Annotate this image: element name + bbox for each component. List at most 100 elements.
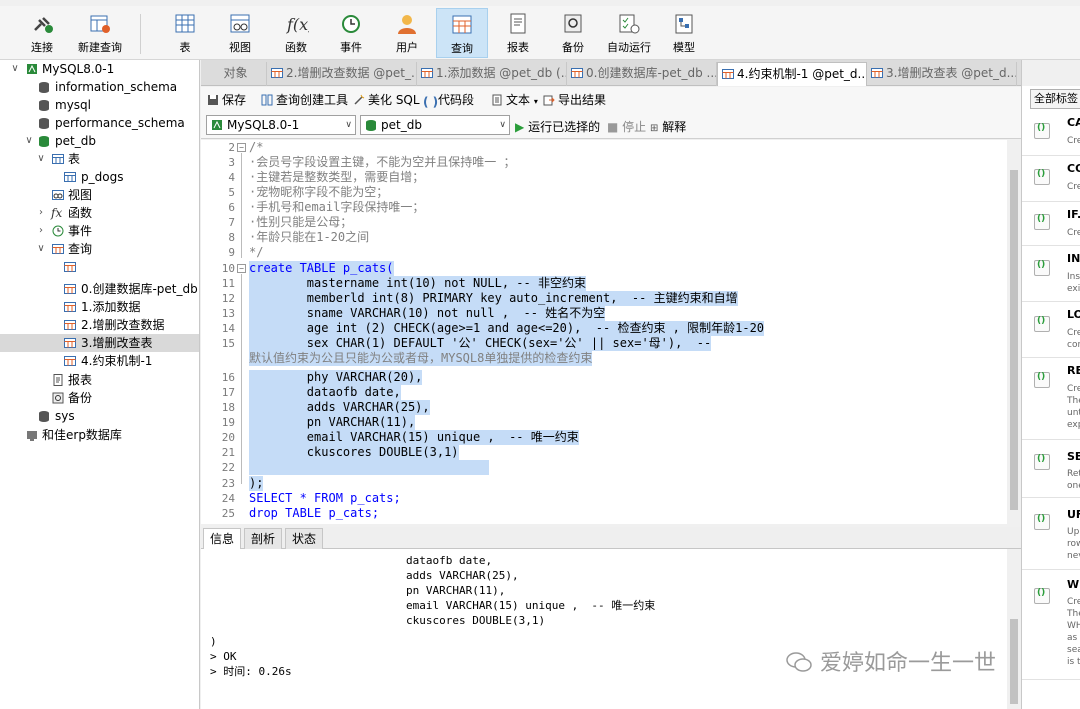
output-status: > OK — [210, 650, 237, 663]
save-button[interactable]: 保存 — [207, 91, 246, 108]
tree-item-query[interactable]: 1.添加数据 — [0, 298, 199, 316]
tag-filter[interactable]: 全部标签 — [1030, 89, 1080, 109]
snippet-item[interactable]: SE Ret one — [1022, 440, 1080, 498]
query-icon — [64, 284, 76, 294]
code-line-selected: phy VARCHAR(20), — [249, 370, 423, 385]
chevron-down-icon[interactable]: ∨ — [36, 240, 46, 258]
sql-editor[interactable]: − − 2 /* 3 ·会员号字段设置主键，不能为空并且保持唯一 ； 4 ·主键… — [201, 140, 1007, 524]
fold-toggle[interactable]: − — [237, 143, 246, 152]
snippet-item[interactable]: CA Cre — [1022, 110, 1080, 156]
snippet-item[interactable]: CO Cre — [1022, 156, 1080, 202]
tree-item-database[interactable]: mysql — [0, 96, 199, 114]
tree-item-database[interactable]: information_schema — [0, 78, 199, 96]
query-icon — [722, 69, 734, 79]
function-button[interactable]: f(x) 函数 — [270, 8, 322, 58]
chevron-down-icon[interactable]: ∨ — [36, 150, 46, 168]
chevron-down-icon[interactable]: ∨ — [24, 132, 34, 150]
query-builder-icon — [261, 94, 273, 106]
tab-status[interactable]: 状态 — [285, 528, 324, 549]
export-results-button[interactable]: 导出结果 — [543, 91, 606, 108]
event-button[interactable]: 事件 — [325, 8, 377, 58]
tree-item-views[interactable]: 视图 — [0, 186, 199, 204]
tree-item-database-pet-db[interactable]: ∨ pet_db — [0, 132, 199, 150]
snippet-item[interactable]: UF Up row nev — [1022, 498, 1080, 570]
database-select[interactable]: pet_db ∨ — [360, 115, 510, 135]
report-icon — [53, 374, 63, 386]
tree-item-functions[interactable]: › fx 函数 — [0, 204, 199, 222]
tree-item-backups[interactable]: 备份 — [0, 389, 199, 407]
view-button[interactable]: 视图 — [214, 8, 266, 58]
tree-item-tables[interactable]: ∨ 表 — [0, 150, 199, 168]
tab-profile[interactable]: 剖析 — [244, 528, 283, 549]
output-vertical-scrollbar[interactable] — [1007, 549, 1021, 709]
query-icon — [64, 302, 76, 312]
backup-button[interactable]: 备份 — [547, 8, 599, 58]
autorun-button[interactable]: 自动运行 — [603, 8, 655, 58]
chevron-down-icon[interactable]: ∨ — [10, 60, 20, 78]
tab-query-2[interactable]: 2.增删改查数据 @pet_... — [267, 62, 417, 86]
beautify-sql-button[interactable]: 美化 SQL — [353, 91, 420, 108]
tree-item-query[interactable]: 2.增删改查数据 — [0, 316, 199, 334]
scrollbar-thumb[interactable] — [1010, 170, 1018, 510]
chevron-down-icon: ∨ — [345, 120, 352, 130]
query-icon — [64, 262, 76, 272]
editor-vertical-scrollbar[interactable] — [1007, 140, 1021, 524]
code-line: ·会员号字段设置主键，不能为空并且保持唯一 ； — [249, 155, 516, 169]
scrollbar-thumb[interactable] — [1010, 619, 1018, 704]
chevron-down-icon: ∨ — [499, 120, 506, 130]
tree-item-queries[interactable]: ∨ 查询 — [0, 240, 199, 258]
autorun-icon — [619, 14, 640, 34]
snippet-item[interactable]: IF. Cre — [1022, 202, 1080, 246]
tree-item-query[interactable]: 4.约束机制-1 — [0, 352, 199, 370]
tree-item-connection[interactable]: ∨ MySQL8.0-1 — [0, 60, 199, 78]
export-icon — [543, 95, 555, 106]
stop-button[interactable]: ■ 停止 — [607, 118, 646, 135]
chevron-right-icon[interactable]: › — [36, 204, 46, 222]
tree-item-query[interactable]: 0.创建数据库-pet_db — [0, 280, 199, 298]
database-icon — [39, 82, 49, 93]
run-selected-button[interactable]: ▶ 运行已选择的 — [515, 118, 600, 135]
tree-item-connection-erp[interactable]: 和佳erp数据库 — [0, 426, 199, 444]
server-select[interactable]: MySQL8.0-1 ∨ — [206, 115, 356, 135]
model-button[interactable]: 模型 — [658, 8, 710, 58]
tab-query-0[interactable]: 0.创建数据库-pet_db ... — [567, 62, 717, 86]
tree-item-reports[interactable]: 报表 — [0, 371, 199, 389]
function-icon: f(x) — [286, 15, 309, 34]
code-snippet-button[interactable]: ( )代码段 — [423, 91, 474, 109]
table-button[interactable]: 表 — [159, 8, 211, 58]
new-query-button[interactable]: 新建查询 — [74, 8, 126, 58]
tab-query-1[interactable]: 1.添加数据 @pet_db (... — [417, 62, 567, 86]
explain-button[interactable]: ⊞ 解释 — [650, 118, 686, 135]
user-button[interactable]: 用户 — [381, 8, 433, 58]
code-line-selected: memberld int(8) PRIMARY key auto_increme… — [249, 291, 738, 306]
query-builder-button[interactable]: 查询创建工具 — [261, 91, 348, 108]
output-time: > 时间: 0.26s — [210, 665, 292, 678]
snippet-item[interactable]: LO Cre con — [1022, 302, 1080, 358]
snippet-item[interactable]: RE Cre The unt exp — [1022, 358, 1080, 440]
tree-item-events[interactable]: › 事件 — [0, 222, 199, 240]
tab-query-4-active[interactable]: 4.约束机制-1 @pet_d... — [717, 62, 867, 86]
connection-bar: MySQL8.0-1 ∨ pet_db ∨ ▶ 运行已选择的 ■ 停止 ⊞ 解释 — [201, 111, 1021, 139]
query-button[interactable]: 查询 — [436, 8, 488, 58]
tree-item-table-p-dogs[interactable]: p_dogs — [0, 168, 199, 186]
chevron-right-icon[interactable]: › — [36, 222, 46, 240]
report-button[interactable]: 报表 — [492, 8, 544, 58]
text-mode-dropdown[interactable]: 文本 ▾ — [491, 91, 538, 108]
tab-query-3[interactable]: 3.增删改查表 @pet_d... — [867, 62, 1017, 86]
event-icon — [52, 225, 64, 237]
snippet-item[interactable]: IN Ins exis — [1022, 246, 1080, 302]
connect-button[interactable]: 连接 — [16, 8, 68, 58]
snippet-icon — [1034, 260, 1050, 276]
tree-item-query-selected[interactable]: 3.增删改查表 — [0, 334, 199, 352]
query-tabs: 对象 2.增删改查数据 @pet_... 1.添加数据 @pet_db (...… — [201, 60, 1021, 86]
tree-item-database[interactable]: performance_schema — [0, 114, 199, 132]
tab-info[interactable]: 信息 — [203, 528, 242, 549]
database-icon — [39, 411, 49, 422]
snippet-item[interactable]: WH Cre The WH as sea is t — [1022, 570, 1080, 680]
tab-objects[interactable]: 对象 — [201, 62, 267, 86]
connection-tree: ∨ MySQL8.0-1 information_schema mysql pe… — [0, 60, 200, 709]
tree-item-query[interactable] — [0, 258, 199, 276]
editor-toolbar: 保存 查询创建工具 美化 SQL ( )代码段 文本 ▾ 导出结果 — [201, 87, 1021, 111]
fold-toggle[interactable]: − — [237, 264, 246, 273]
tree-item-database-sys[interactable]: sys — [0, 407, 199, 425]
